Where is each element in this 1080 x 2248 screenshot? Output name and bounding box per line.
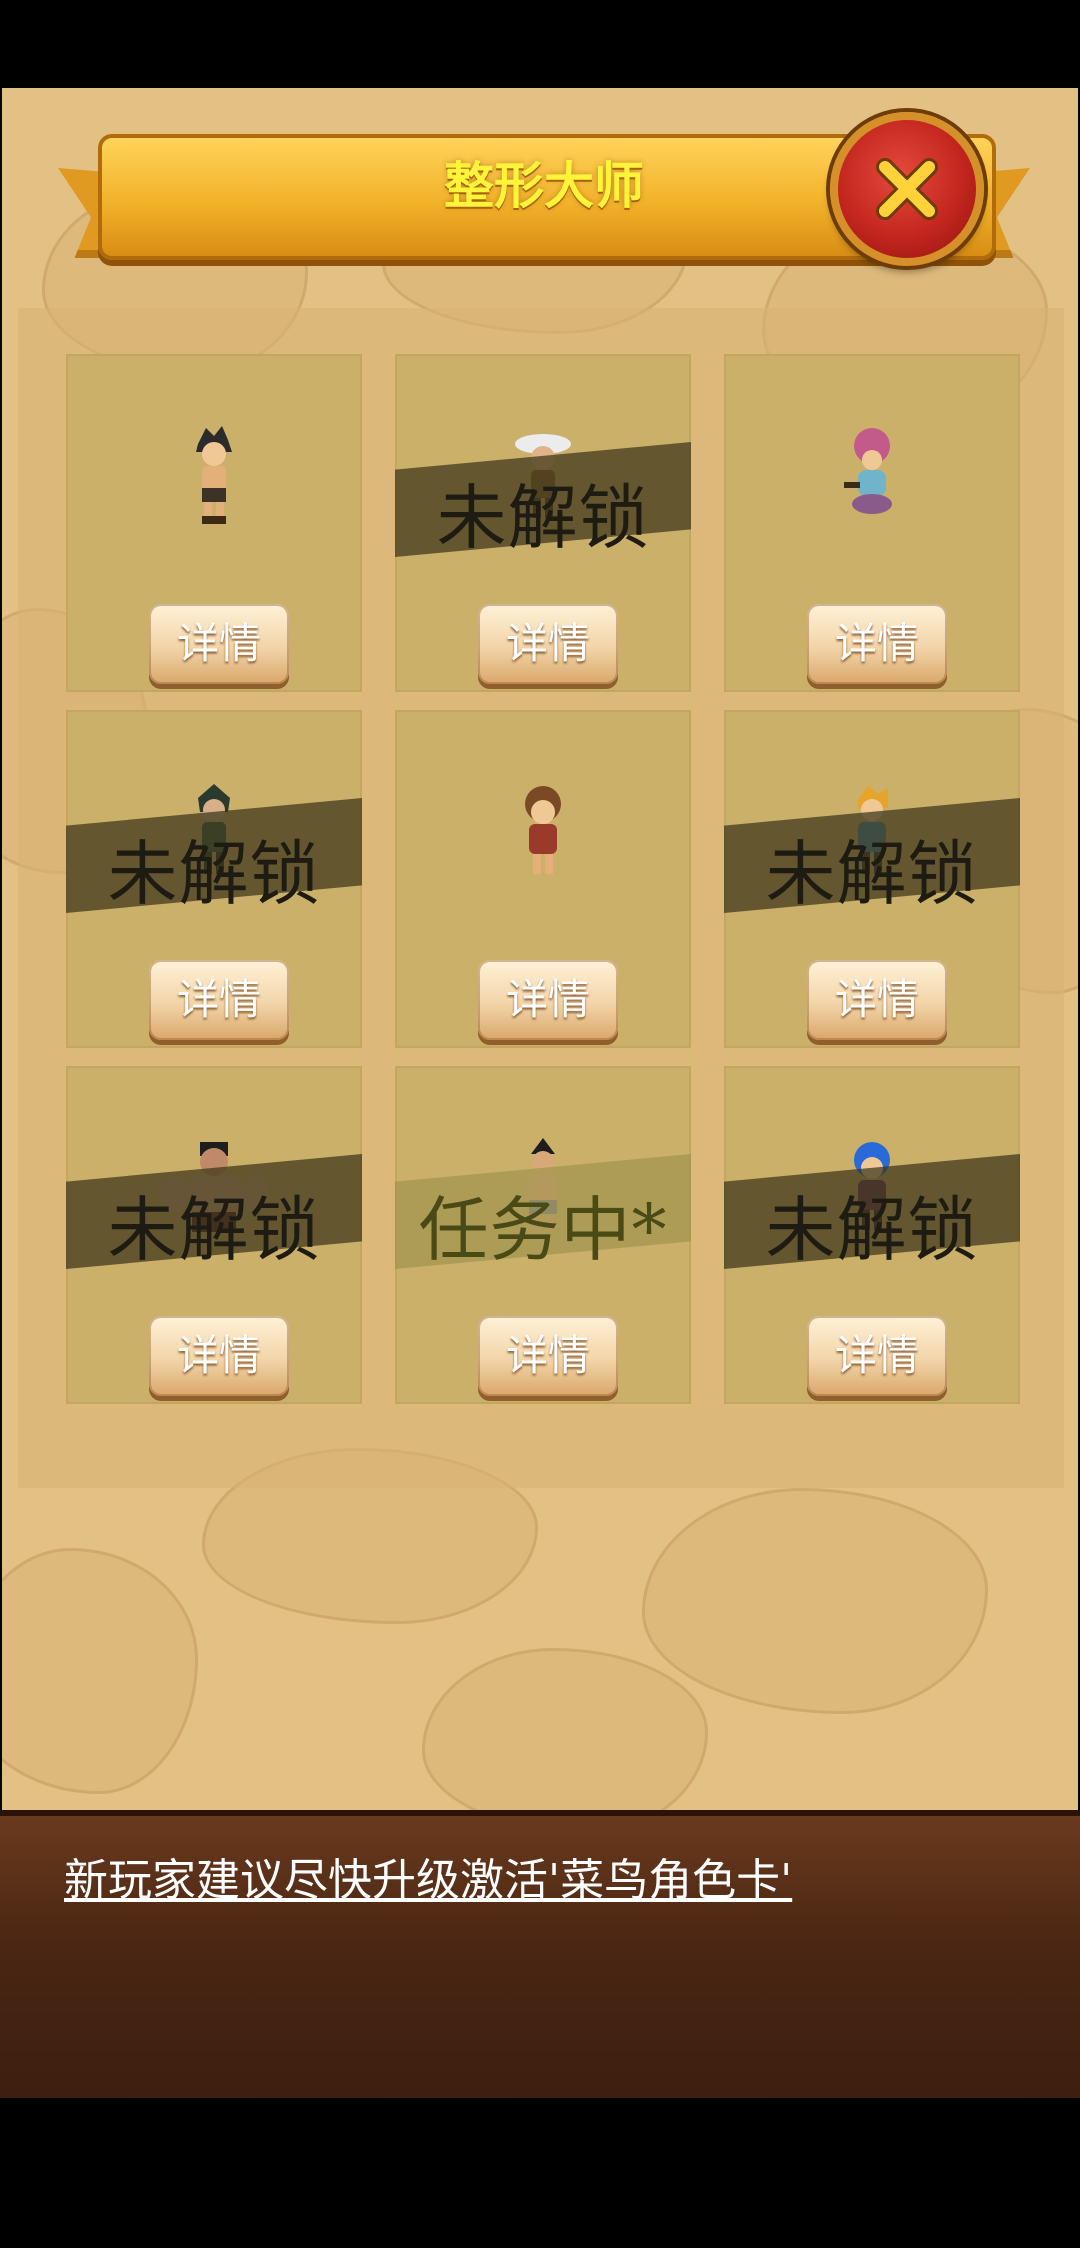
detail-button[interactable]: 详情 — [478, 1316, 618, 1396]
status-label: 未解锁 — [765, 833, 979, 915]
status-label: 未解锁 — [107, 833, 321, 915]
detail-button[interactable]: 详情 — [149, 604, 289, 684]
tip-bar: 新玩家建议尽快升级激活'菜鸟角色卡' — [0, 1810, 1080, 2110]
character-card[interactable]: 未解锁 详情 — [395, 354, 691, 692]
background-blob — [422, 1648, 708, 1810]
detail-button[interactable]: 详情 — [807, 604, 947, 684]
status-label: 未解锁 — [436, 477, 650, 559]
detail-button[interactable]: 详情 — [149, 960, 289, 1040]
pink-haired-mage-sprite — [844, 428, 892, 514]
character-card[interactable]: 详情 — [724, 354, 1020, 692]
close-x-icon — [876, 158, 938, 220]
detail-button[interactable]: 详情 — [478, 604, 618, 684]
dark-haired-warrior-sprite — [196, 426, 232, 524]
background-blob — [642, 1488, 988, 1714]
detail-button[interactable]: 详情 — [478, 960, 618, 1040]
status-label: 未解锁 — [107, 1189, 321, 1271]
brown-haired-girl-sprite — [525, 786, 561, 874]
character-card[interactable]: 未解锁 详情 — [724, 1066, 1020, 1404]
navigation-bar — [0, 2098, 1080, 2248]
detail-button[interactable]: 详情 — [807, 1316, 947, 1396]
character-card[interactable]: 未解锁 详情 — [724, 710, 1020, 1048]
character-card[interactable]: 未解锁 详情 — [66, 1066, 362, 1404]
character-card[interactable]: 未解锁 详情 — [66, 710, 362, 1048]
detail-button[interactable]: 详情 — [149, 1316, 289, 1396]
status-bar — [0, 0, 1080, 88]
tip-link[interactable]: 新玩家建议尽快升级激活'菜鸟角色卡' — [64, 1844, 792, 1908]
character-card[interactable]: 详情 — [66, 354, 362, 692]
status-label: 任务中* — [418, 1189, 668, 1271]
character-card[interactable]: 任务中* 详情 — [395, 1066, 691, 1404]
close-button[interactable] — [830, 112, 984, 266]
character-card[interactable]: 详情 — [395, 710, 691, 1048]
detail-button[interactable]: 详情 — [807, 960, 947, 1040]
background-blob — [2, 1548, 198, 1794]
status-label: 未解锁 — [765, 1189, 979, 1271]
